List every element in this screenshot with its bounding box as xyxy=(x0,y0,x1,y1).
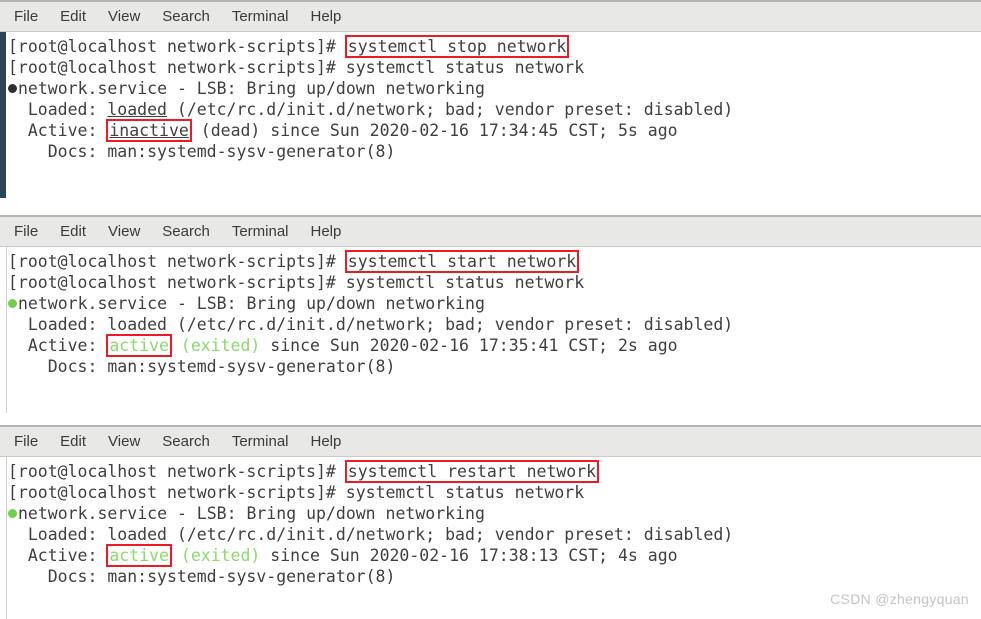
shell-prompt: [root@localhost network-scripts]# xyxy=(8,483,346,502)
docs-line: Docs: man:systemd-sysv-generator(8) xyxy=(8,567,396,586)
menu-item-file[interactable]: File xyxy=(14,224,38,239)
unit-description: network.service - LSB: Bring up/down net… xyxy=(18,79,485,98)
menu-item-help[interactable]: Help xyxy=(311,9,342,24)
menu-bar: File Edit View Search Terminal Help xyxy=(0,0,981,32)
loaded-line: Loaded: loaded (/etc/rc.d/init.d/network… xyxy=(8,524,981,545)
active-substate: (dead) xyxy=(190,121,261,140)
loaded-value: loaded xyxy=(107,100,167,119)
active-state-badge: inactive xyxy=(109,121,189,140)
command-text: systemctl status network xyxy=(345,273,585,292)
loaded-detail: (/etc/rc.d/init.d/network; bad; vendor p… xyxy=(166,100,734,119)
command-text: systemctl status network xyxy=(345,483,585,502)
menu-item-file[interactable]: File xyxy=(14,434,38,449)
command-line: [root@localhost network-scripts]# system… xyxy=(8,272,981,293)
menu-item-view[interactable]: View xyxy=(108,224,140,239)
command-line: [root@localhost network-scripts]# system… xyxy=(8,36,981,57)
menu-item-help[interactable]: Help xyxy=(311,224,342,239)
highlighted-command: systemctl stop network xyxy=(347,37,567,56)
menu-item-edit[interactable]: Edit xyxy=(60,9,86,24)
loaded-value: loaded xyxy=(107,315,167,334)
command-line: [root@localhost network-scripts]# system… xyxy=(8,251,981,272)
menu-item-terminal[interactable]: Terminal xyxy=(232,224,289,239)
menu-item-search[interactable]: Search xyxy=(162,9,210,24)
active-label: Active: xyxy=(8,336,108,355)
loaded-line: Loaded: loaded (/etc/rc.d/init.d/network… xyxy=(8,314,981,335)
unit-header-line: network.service - LSB: Bring up/down net… xyxy=(8,78,981,99)
menu-item-edit[interactable]: Edit xyxy=(60,434,86,449)
menu-bar: File Edit View Search Terminal Help xyxy=(0,425,981,457)
active-label: Active: xyxy=(8,546,108,565)
status-dot-icon xyxy=(8,299,17,308)
active-substate: (exited) xyxy=(170,546,261,565)
command-line: [root@localhost network-scripts]# system… xyxy=(8,57,981,78)
loaded-detail: (/etc/rc.d/init.d/network; bad; vendor p… xyxy=(166,315,734,334)
menu-item-search[interactable]: Search xyxy=(162,434,210,449)
menu-item-view[interactable]: View xyxy=(108,434,140,449)
watermark-text: CSDN @zhengyquan xyxy=(830,591,969,607)
docs-line: Docs: man:systemd-sysv-generator(8) xyxy=(8,142,396,161)
menu-item-terminal[interactable]: Terminal xyxy=(232,434,289,449)
docs-line: Docs: man:systemd-sysv-generator(8) xyxy=(8,357,396,376)
highlighted-command: systemctl start network xyxy=(347,252,577,271)
shell-prompt: [root@localhost network-scripts]# xyxy=(8,37,346,56)
unit-header-line: network.service - LSB: Bring up/down net… xyxy=(8,293,981,314)
command-line: [root@localhost network-scripts]# system… xyxy=(8,482,981,503)
highlighted-command: systemctl restart network xyxy=(347,462,597,481)
command-text: systemctl status network xyxy=(345,58,585,77)
active-line: Active: active (exited) since Sun 2020-0… xyxy=(8,335,981,356)
loaded-detail: (/etc/rc.d/init.d/network; bad; vendor p… xyxy=(166,525,734,544)
active-timestamp: since Sun 2020-02-16 17:35:41 CST; 2s ag… xyxy=(260,336,678,355)
menu-item-file[interactable]: File xyxy=(14,9,38,24)
status-dot-icon xyxy=(8,84,17,93)
terminal-output[interactable]: [root@localhost network-scripts]# system… xyxy=(0,32,981,198)
terminal-window-stop: File Edit View Search Terminal Help [roo… xyxy=(0,0,981,198)
terminal-output[interactable]: [root@localhost network-scripts]# system… xyxy=(0,247,981,413)
active-timestamp: since Sun 2020-02-16 17:38:13 CST; 4s ag… xyxy=(260,546,678,565)
unit-description: network.service - LSB: Bring up/down net… xyxy=(18,294,485,313)
unit-header-line: network.service - LSB: Bring up/down net… xyxy=(8,503,981,524)
menu-item-view[interactable]: View xyxy=(108,9,140,24)
terminal-window-start: File Edit View Search Terminal Help [roo… xyxy=(0,215,981,413)
active-state-badge: active xyxy=(109,546,169,565)
shell-prompt: [root@localhost network-scripts]# xyxy=(8,462,346,481)
active-label: Active: xyxy=(8,121,108,140)
terminal-window-restart: File Edit View Search Terminal Help [roo… xyxy=(0,425,981,619)
screenshot-page: File Edit View Search Terminal Help [roo… xyxy=(0,0,981,619)
command-line: [root@localhost network-scripts]# system… xyxy=(8,461,981,482)
menu-item-search[interactable]: Search xyxy=(162,224,210,239)
active-timestamp: since Sun 2020-02-16 17:34:45 CST; 5s ag… xyxy=(260,121,678,140)
menu-item-help[interactable]: Help xyxy=(311,434,342,449)
active-line: Active: inactive (dead) since Sun 2020-0… xyxy=(8,120,981,141)
loaded-label: Loaded: xyxy=(8,525,108,544)
menu-item-edit[interactable]: Edit xyxy=(60,224,86,239)
terminal-output[interactable]: [root@localhost network-scripts]# system… xyxy=(0,457,981,619)
shell-prompt: [root@localhost network-scripts]# xyxy=(8,58,346,77)
menu-bar: File Edit View Search Terminal Help xyxy=(0,215,981,247)
shell-prompt: [root@localhost network-scripts]# xyxy=(8,252,346,271)
unit-description: network.service - LSB: Bring up/down net… xyxy=(18,504,485,523)
loaded-value: loaded xyxy=(107,525,167,544)
loaded-label: Loaded: xyxy=(8,315,108,334)
active-state-badge: active xyxy=(109,336,169,355)
menu-item-terminal[interactable]: Terminal xyxy=(232,9,289,24)
loaded-line: Loaded: loaded (/etc/rc.d/init.d/network… xyxy=(8,99,981,120)
shell-prompt: [root@localhost network-scripts]# xyxy=(8,273,346,292)
active-substate: (exited) xyxy=(170,336,261,355)
active-line: Active: active (exited) since Sun 2020-0… xyxy=(8,545,981,566)
loaded-label: Loaded: xyxy=(8,100,108,119)
status-dot-icon xyxy=(8,509,17,518)
